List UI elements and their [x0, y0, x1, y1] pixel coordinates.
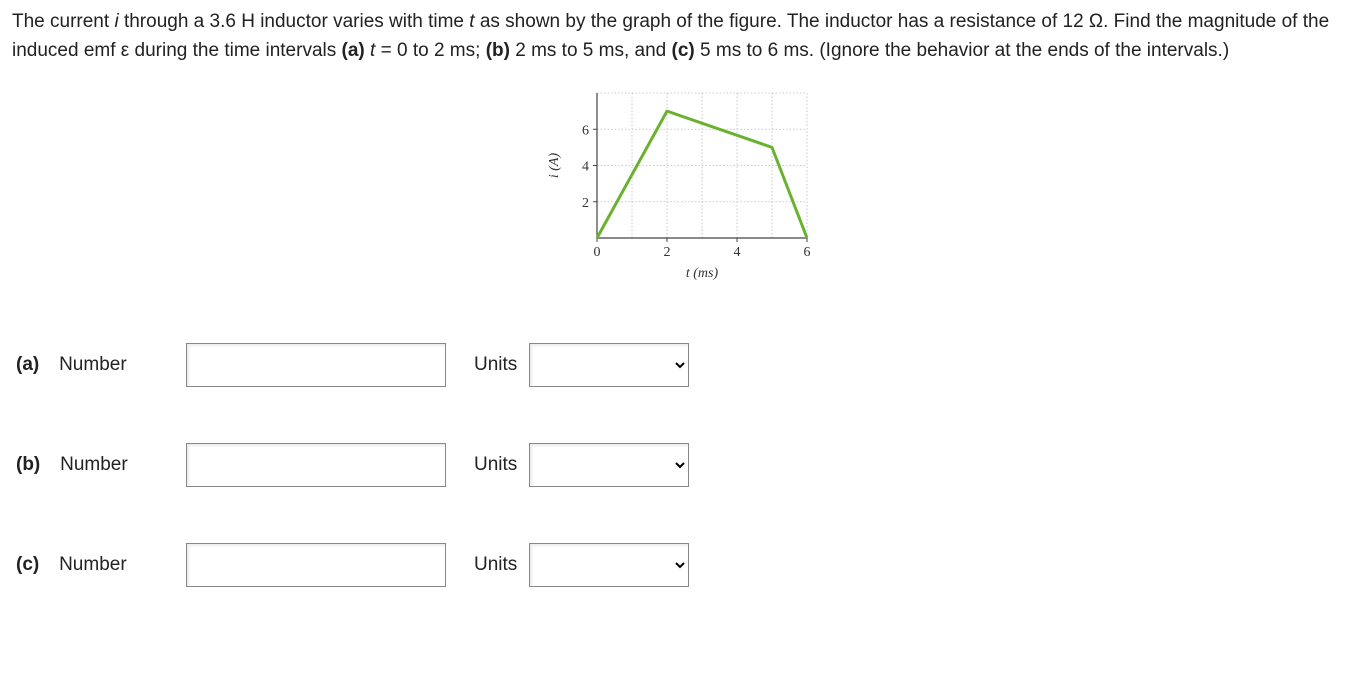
answer-label-text-b: Number	[60, 454, 128, 475]
units-select-c[interactable]	[529, 543, 689, 587]
number-input-b[interactable]	[186, 443, 446, 487]
answer-label-bold-c: (c)	[16, 554, 39, 575]
svg-text:i (A): i (A)	[547, 153, 562, 179]
chart: 0 2 4 6 2 4 6 t (ms) i (A)	[542, 83, 822, 283]
svg-text:4: 4	[733, 245, 740, 260]
svg-text:t (ms): t (ms)	[685, 266, 718, 281]
svg-text:6: 6	[582, 123, 589, 138]
answer-label-c: (c) Number	[16, 551, 186, 580]
answer-row-b: (b) Number Units	[16, 443, 1351, 487]
svg-text:6: 6	[803, 245, 810, 260]
chart-svg: 0 2 4 6 2 4 6 t (ms) i (A)	[542, 83, 822, 283]
answer-label-bold-a: (a)	[16, 354, 39, 375]
problem-part: The current	[12, 11, 114, 32]
problem-part: = 0 to 2 ms;	[375, 40, 485, 61]
svg-text:2: 2	[582, 196, 589, 211]
problem-part: 2 ms to 5 ms, and	[510, 40, 672, 61]
svg-text:0: 0	[593, 245, 600, 260]
answer-label-b: (b) Number	[16, 451, 186, 480]
problem-bold-c: (c)	[672, 40, 695, 61]
answer-label-text-c: Number	[59, 554, 127, 575]
units-label-a: Units	[474, 351, 517, 380]
units-label-b: Units	[474, 451, 517, 480]
problem-text: The current i through a 3.6 H inductor v…	[12, 8, 1351, 65]
answer-label-bold-b: (b)	[16, 454, 40, 475]
answer-label-a: (a) Number	[16, 351, 186, 380]
problem-part: 5 ms to 6 ms. (Ignore the behavior at th…	[695, 40, 1229, 61]
problem-part: through a 3.6 H inductor varies with tim…	[119, 11, 470, 32]
units-select-b[interactable]	[529, 443, 689, 487]
problem-bold-a: (a)	[342, 40, 365, 61]
answer-row-a: (a) Number Units	[16, 343, 1351, 387]
number-input-a[interactable]	[186, 343, 446, 387]
svg-text:4: 4	[582, 160, 589, 175]
chart-container: 0 2 4 6 2 4 6 t (ms) i (A)	[12, 83, 1351, 283]
units-select-a[interactable]	[529, 343, 689, 387]
answers-section: (a) Number Units (b) Number Units (c) Nu…	[12, 343, 1351, 587]
problem-bold-b: (b)	[486, 40, 510, 61]
number-input-c[interactable]	[186, 543, 446, 587]
svg-text:2: 2	[663, 245, 670, 260]
answer-label-text-a: Number	[59, 354, 127, 375]
answer-row-c: (c) Number Units	[16, 543, 1351, 587]
units-label-c: Units	[474, 551, 517, 580]
